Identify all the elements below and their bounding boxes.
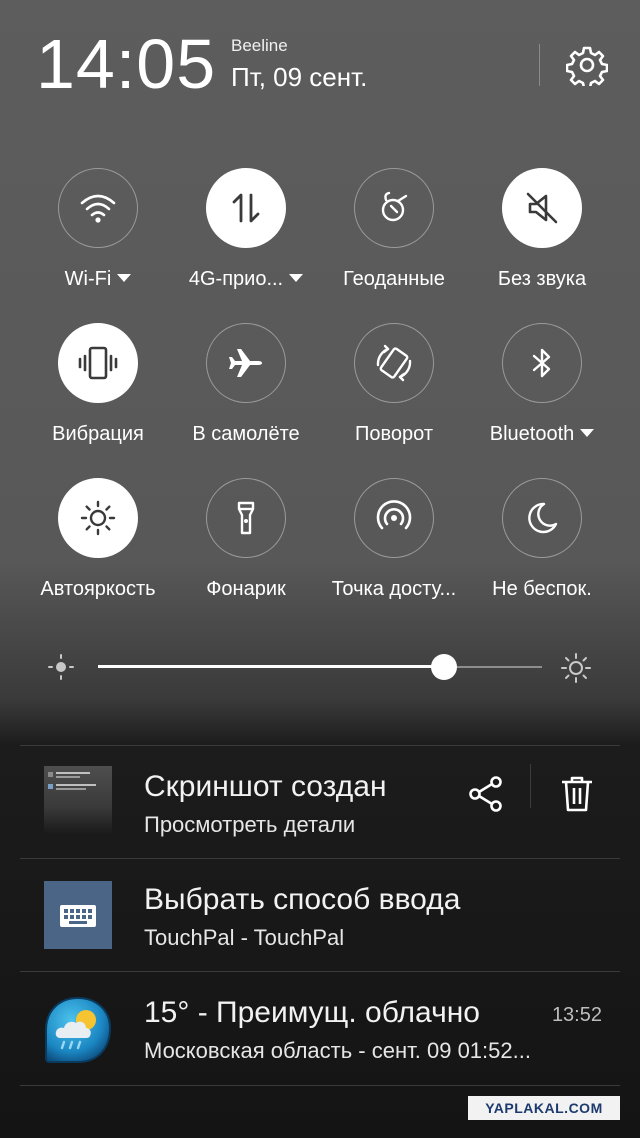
- brightness-high-icon: [561, 653, 591, 683]
- vibration-icon: [78, 346, 118, 380]
- tile-hotspot[interactable]: Точка досту...: [319, 478, 469, 601]
- do-not-disturb-icon: [528, 502, 558, 534]
- hotspot-icon: [376, 500, 412, 530]
- notification-time: 13:52: [551, 1004, 602, 1026]
- keyboard-icon: [44, 881, 112, 949]
- brightness-slider[interactable]: [0, 650, 640, 686]
- header-divider: [539, 44, 540, 86]
- tile-auto-brightness[interactable]: Автояркость: [23, 478, 173, 601]
- tile-bluetooth[interactable]: Bluetooth: [467, 323, 617, 446]
- flashlight-icon: [237, 501, 255, 535]
- clock[interactable]: 14:05: [36, 28, 216, 100]
- tile-mobile-data-text: 4G-прио...: [188, 268, 284, 290]
- weather-icon: [44, 996, 112, 1064]
- date-label[interactable]: Пт, 09 сент.: [231, 62, 367, 93]
- tile-mobile-data-circle[interactable]: [206, 168, 286, 248]
- auto-brightness-icon: [80, 500, 116, 536]
- rotation-icon: [376, 344, 412, 382]
- notification-divider: [20, 1085, 620, 1086]
- bluetooth-icon: [532, 348, 551, 378]
- tile-mute[interactable]: Без звука: [467, 168, 617, 291]
- chevron-down-icon[interactable]: [289, 274, 304, 282]
- tile-rotation-circle[interactable]: [354, 323, 434, 403]
- tile-auto-brightness-label: Автояркость: [40, 578, 156, 600]
- tile-bluetooth-text: Bluetooth: [489, 423, 575, 445]
- tile-vibration-label: Вибрация: [52, 423, 144, 445]
- notification-screenshot[interactable]: Скриншот создан Просмотреть детали: [20, 746, 620, 858]
- notification-subtitle: Московская область - сент. 09 01:52...: [144, 1038, 531, 1063]
- tile-flashlight-circle[interactable]: [206, 478, 286, 558]
- wifi-icon: [80, 194, 116, 223]
- trash-icon[interactable]: [557, 772, 597, 816]
- tile-bluetooth-label: Bluetooth: [467, 423, 617, 446]
- tile-mobile-data[interactable]: 4G-прио...: [171, 168, 321, 291]
- notification-subtitle: TouchPal - TouchPal: [144, 925, 345, 950]
- brightness-track[interactable]: [98, 654, 542, 680]
- notification-title: Скриншот создан: [144, 770, 387, 803]
- tile-auto-brightness-circle[interactable]: [58, 478, 138, 558]
- brightness-fill: [98, 665, 445, 668]
- tile-airplane[interactable]: В самолёте: [171, 323, 321, 446]
- tile-flashlight-label: Фонарик: [206, 578, 286, 600]
- operator-name: Beeline: [231, 36, 288, 55]
- tile-flashlight[interactable]: Фонарик: [171, 478, 321, 601]
- tile-wifi-circle[interactable]: [58, 168, 138, 248]
- tile-vibration-circle[interactable]: [58, 323, 138, 403]
- brightness-low-icon: [48, 654, 74, 680]
- gear-icon[interactable]: [566, 44, 608, 86]
- tile-hotspot-label: Точка досту...: [331, 578, 457, 600]
- screenshot-thumbnail: [44, 766, 112, 834]
- notification-weather[interactable]: 15° - Преимущ. облачно Московская област…: [20, 972, 620, 1084]
- status-header: 14:05 Beeline Пт, 09 сент.: [0, 0, 640, 110]
- notification-subtitle: Просмотреть детали: [144, 812, 356, 837]
- tile-airplane-label: В самолёте: [192, 423, 300, 445]
- tile-mute-label: Без звука: [497, 268, 587, 290]
- tile-do-not-disturb-label: Не беспок.: [492, 578, 592, 600]
- tile-mute-circle[interactable]: [502, 168, 582, 248]
- notification-title: Выбрать способ ввода: [144, 883, 461, 916]
- tile-rotation-label: Поворот: [355, 423, 433, 445]
- chevron-down-icon[interactable]: [580, 429, 595, 437]
- location-icon: [381, 191, 408, 222]
- chevron-down-icon[interactable]: [117, 274, 132, 282]
- tile-wifi[interactable]: Wi-Fi: [23, 168, 173, 291]
- action-divider: [530, 764, 531, 808]
- mobile-data-icon: [232, 193, 260, 223]
- tile-location[interactable]: Геоданные: [319, 168, 469, 291]
- tile-location-label: Геоданные: [343, 268, 445, 290]
- tile-vibration[interactable]: Вибрация: [23, 323, 173, 446]
- tile-wifi-label: Wi-Fi: [23, 268, 173, 291]
- share-icon[interactable]: [466, 772, 506, 816]
- tile-airplane-circle[interactable]: [206, 323, 286, 403]
- watermark-logo: YAPLAKAL.COM: [468, 1096, 620, 1120]
- tile-wifi-text: Wi-Fi: [64, 268, 112, 290]
- tile-do-not-disturb[interactable]: Не беспок.: [467, 478, 617, 601]
- notification-input-method[interactable]: Выбрать способ ввода TouchPal - TouchPal: [20, 859, 620, 971]
- notification-title: 15° - Преимущ. облачно: [144, 996, 480, 1029]
- mute-icon: [526, 192, 558, 224]
- brightness-thumb[interactable]: [431, 654, 458, 680]
- tile-bluetooth-circle[interactable]: [502, 323, 582, 403]
- tile-rotation[interactable]: Поворот: [319, 323, 469, 446]
- tile-hotspot-circle[interactable]: [354, 478, 434, 558]
- tile-do-not-disturb-circle[interactable]: [502, 478, 582, 558]
- airplane-icon: [229, 349, 262, 377]
- tile-mobile-data-label: 4G-прио...: [171, 268, 321, 291]
- tile-location-circle[interactable]: [354, 168, 434, 248]
